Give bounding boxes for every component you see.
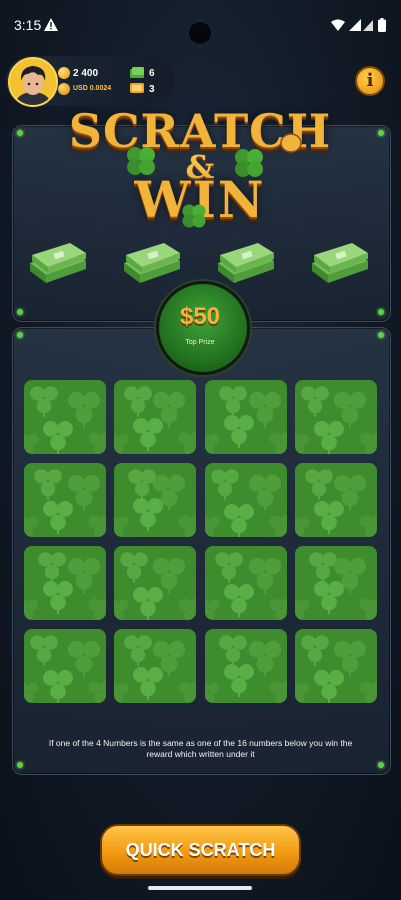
scratch-tile[interactable] [24, 463, 106, 537]
top-prize-label: Top Prize [185, 339, 215, 346]
scratch-tile[interactable] [205, 380, 287, 454]
scratch-tile[interactable] [295, 380, 377, 454]
warning-icon [44, 18, 58, 31]
coin-icon [58, 67, 70, 79]
scratch-tile[interactable] [205, 629, 287, 703]
clover-pattern-icon [24, 463, 106, 537]
coin-balance: 2 400 [73, 68, 99, 79]
home-indicator[interactable] [148, 886, 252, 890]
clover-pattern-icon [114, 546, 196, 620]
scratch-tile[interactable] [114, 546, 196, 620]
ticket-icon [130, 83, 144, 93]
coin-icon [280, 133, 302, 153]
clover-pattern-icon [295, 546, 377, 620]
cash-count: 6 [149, 68, 155, 79]
ticket-count: 3 [149, 84, 155, 95]
wifi-icon [331, 19, 345, 31]
cash-stack-icon [312, 243, 368, 283]
cash-stack-icon [124, 243, 180, 283]
scratch-tile[interactable] [114, 629, 196, 703]
panel-rivet [17, 332, 23, 338]
clover-pattern-icon [205, 629, 287, 703]
panel-rivet [378, 762, 384, 768]
quick-scratch-button[interactable]: QUICK SCRATCH [100, 824, 301, 876]
clover-pattern-icon [295, 380, 377, 454]
clover-pattern-icon [205, 380, 287, 454]
top-prize-amount: $50 [179, 303, 221, 330]
panel-rivet [378, 130, 384, 136]
scratch-tile[interactable] [24, 546, 106, 620]
scratch-tile[interactable] [295, 463, 377, 537]
panel-rivet [17, 762, 23, 768]
scratch-tile[interactable] [295, 546, 377, 620]
scratch-tile[interactable] [24, 380, 106, 454]
panel-rivet [378, 332, 384, 338]
cash-stack-icon [30, 243, 86, 283]
dollar-icon [58, 83, 70, 95]
usd-balance: USD 0.0024 [73, 85, 112, 92]
rules-text: If one of the 4 Numbers is the same as o… [48, 738, 353, 759]
clover-pattern-icon [114, 629, 196, 703]
status-time: 3:15 [14, 17, 42, 33]
panel-rivet [17, 130, 23, 136]
avatar-portrait-icon [10, 59, 56, 105]
clover-icon [182, 204, 206, 228]
scratch-tile[interactable] [114, 380, 196, 454]
scratch-tile[interactable] [295, 629, 377, 703]
signal-icon [349, 19, 361, 31]
clover-icon [127, 147, 155, 175]
clover-pattern-icon [295, 463, 377, 537]
camera-cutout [189, 22, 211, 44]
info-button[interactable]: i [355, 66, 385, 96]
clover-pattern-icon [24, 380, 106, 454]
panel-rivet [378, 309, 384, 315]
clover-pattern-icon [205, 463, 287, 537]
scratch-tile[interactable] [205, 463, 287, 537]
avatar[interactable] [8, 57, 58, 107]
cash-icon [130, 67, 144, 78]
panel-rivet [17, 309, 23, 315]
clover-icon [235, 149, 263, 177]
clover-pattern-icon [24, 546, 106, 620]
clover-pattern-icon [24, 629, 106, 703]
clover-pattern-icon [114, 380, 196, 454]
cash-stack-icon [218, 243, 274, 283]
scratch-tile[interactable] [24, 629, 106, 703]
clover-pattern-icon [205, 546, 287, 620]
clover-pattern-icon [295, 629, 377, 703]
scratch-tile[interactable] [205, 546, 287, 620]
clover-pattern-icon [114, 463, 196, 537]
scratch-tile[interactable] [114, 463, 196, 537]
signal-secondary-icon [363, 20, 373, 31]
battery-icon [378, 18, 386, 32]
